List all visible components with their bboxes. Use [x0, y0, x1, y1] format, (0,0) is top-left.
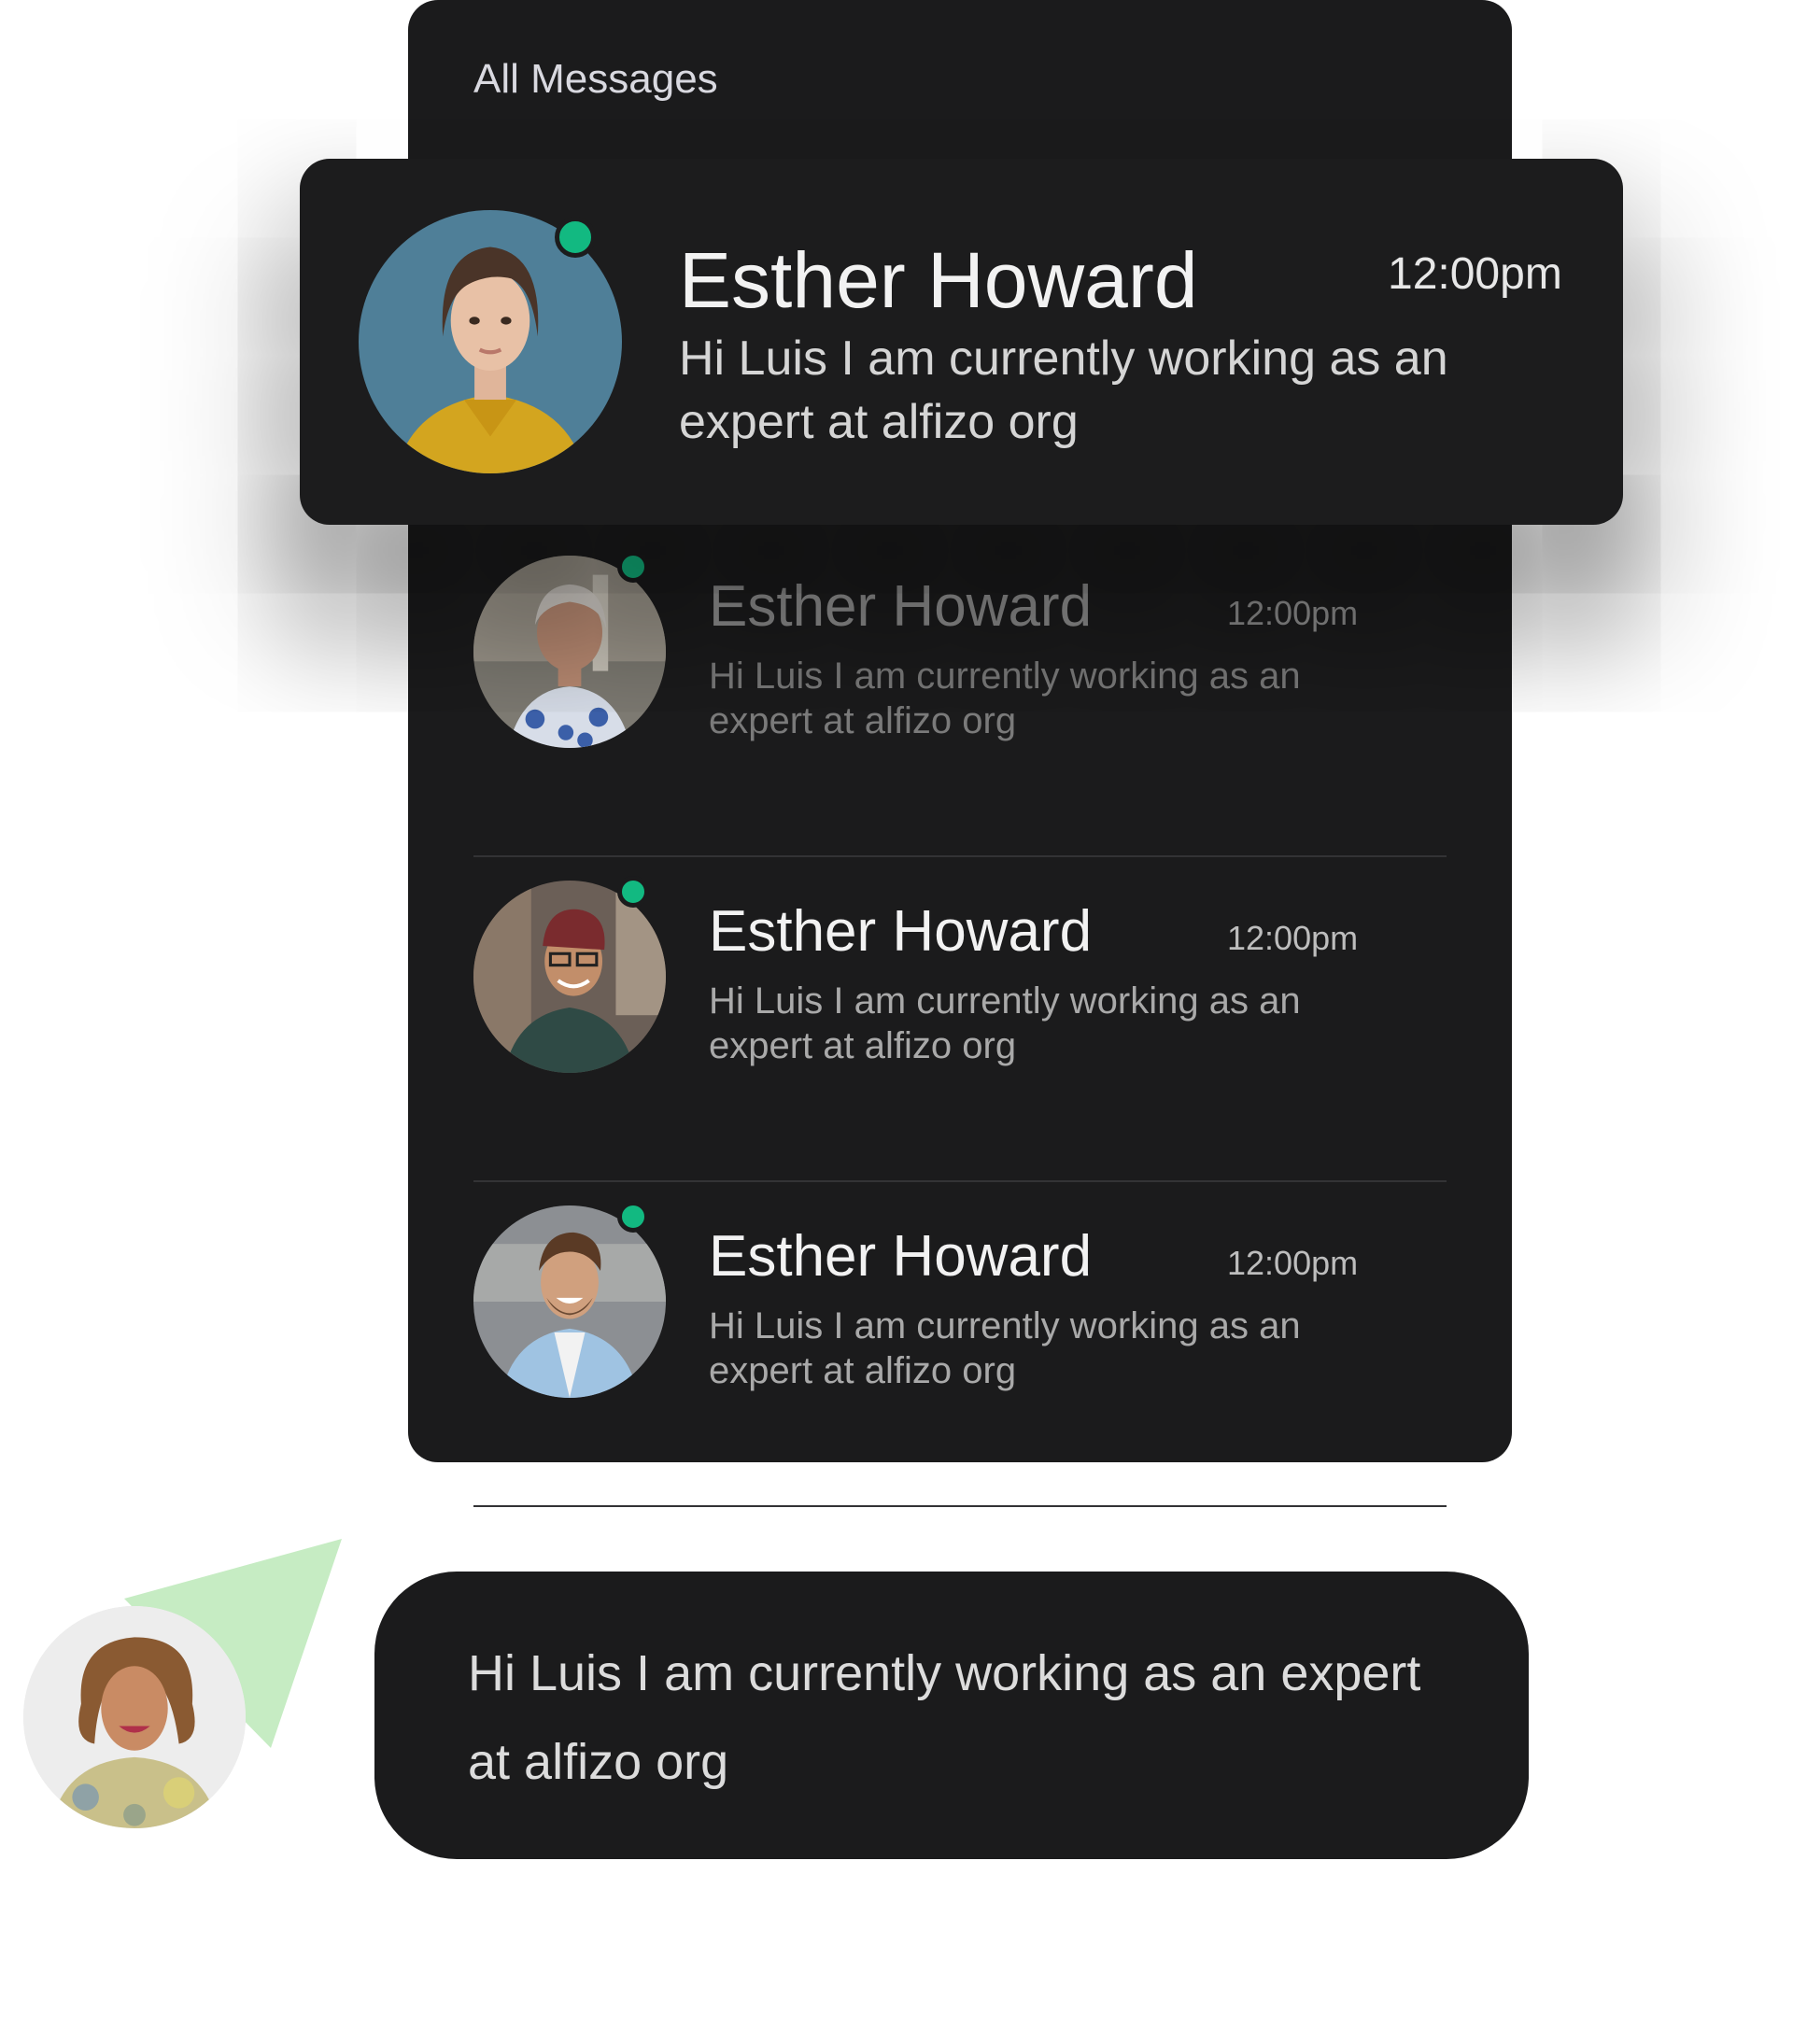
online-dot-icon [617, 876, 649, 908]
contact-name: Esther Howard [709, 899, 1093, 964]
online-dot-icon [555, 217, 596, 258]
online-dot-icon [617, 1201, 649, 1233]
avatar-photo-curly-woman [23, 1606, 246, 1828]
contact-name: Esther Howard [709, 1224, 1093, 1289]
message-preview: Hi Luis I am currently working as an exp… [709, 655, 1301, 741]
avatar [473, 556, 666, 748]
conversation-row[interactable]: Esther Howard 12:00pm Hi Luis I am curre… [408, 857, 1512, 1182]
avatar-photo-man-beanie [473, 881, 666, 1073]
contact-name: Esther Howard [709, 574, 1093, 639]
message-time: 12:00pm [1227, 919, 1359, 957]
avatar-photo-man-smiling [473, 1205, 666, 1398]
featured-conversation-card[interactable]: Esther Howard 12:00pm Hi Luis I am curre… [300, 159, 1623, 525]
panel-title: All Messages [473, 56, 718, 102]
message-time: 12:00pm [1227, 594, 1359, 632]
message-time: 12:00pm [1227, 1244, 1359, 1282]
conversation-row[interactable]: Esther Howard 12:00pm Hi Luis I am curre… [408, 532, 1512, 857]
avatar-photo-elder-woman [473, 556, 666, 748]
online-dot-icon [617, 551, 649, 583]
chat-bubble: Hi Luis I am currently working as an exp… [374, 1572, 1529, 1859]
row-divider [473, 1505, 1447, 1507]
message-preview: Hi Luis I am currently working as an exp… [709, 980, 1301, 1066]
contact-name: Esther Howard [679, 236, 1198, 324]
avatar [473, 1205, 666, 1398]
message-time: 12:00pm [1388, 249, 1562, 299]
sender-avatar [23, 1606, 246, 1828]
avatar [473, 881, 666, 1073]
message-preview: Hi Luis I am currently working as an exp… [709, 1305, 1301, 1391]
chat-bubble-text: Hi Luis I am currently working as an exp… [468, 1645, 1421, 1790]
conversation-row[interactable]: Esther Howard 12:00pm Hi Luis I am curre… [408, 1182, 1512, 1507]
message-preview: Hi Luis I am currently working as an exp… [679, 331, 1448, 449]
